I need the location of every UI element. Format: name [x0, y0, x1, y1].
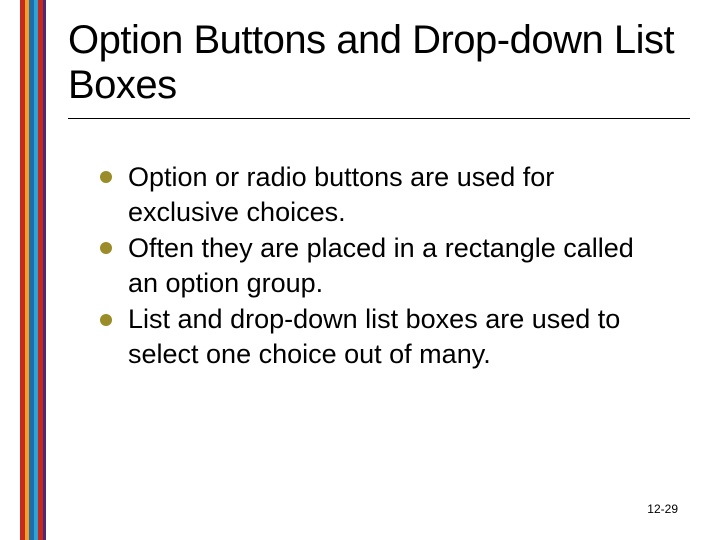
title-underline: [68, 118, 690, 119]
bullet-text: Option or radio buttons are used for exc…: [128, 162, 554, 227]
body-block: Option or radio buttons are used for exc…: [100, 160, 670, 373]
bullet-icon: [100, 171, 112, 183]
bullet-text: List and drop-down list boxes are used t…: [128, 304, 620, 369]
bullet-icon: [100, 242, 112, 254]
slide: Option Buttons and Drop-down List Boxes …: [0, 0, 720, 540]
bullet-item: Option or radio buttons are used for exc…: [100, 160, 670, 229]
bullet-text: Often they are placed in a rectangle cal…: [128, 233, 634, 298]
title-block: Option Buttons and Drop-down List Boxes: [68, 18, 690, 127]
bullet-item: List and drop-down list boxes are used t…: [100, 302, 670, 371]
bullet-item: Often they are placed in a rectangle cal…: [100, 231, 670, 300]
slide-number: 12-29: [647, 502, 678, 516]
accent-stripe: [43, 0, 46, 540]
accent-bar: [20, 0, 46, 540]
bullet-icon: [100, 314, 112, 326]
slide-title: Option Buttons and Drop-down List Boxes: [68, 18, 690, 108]
